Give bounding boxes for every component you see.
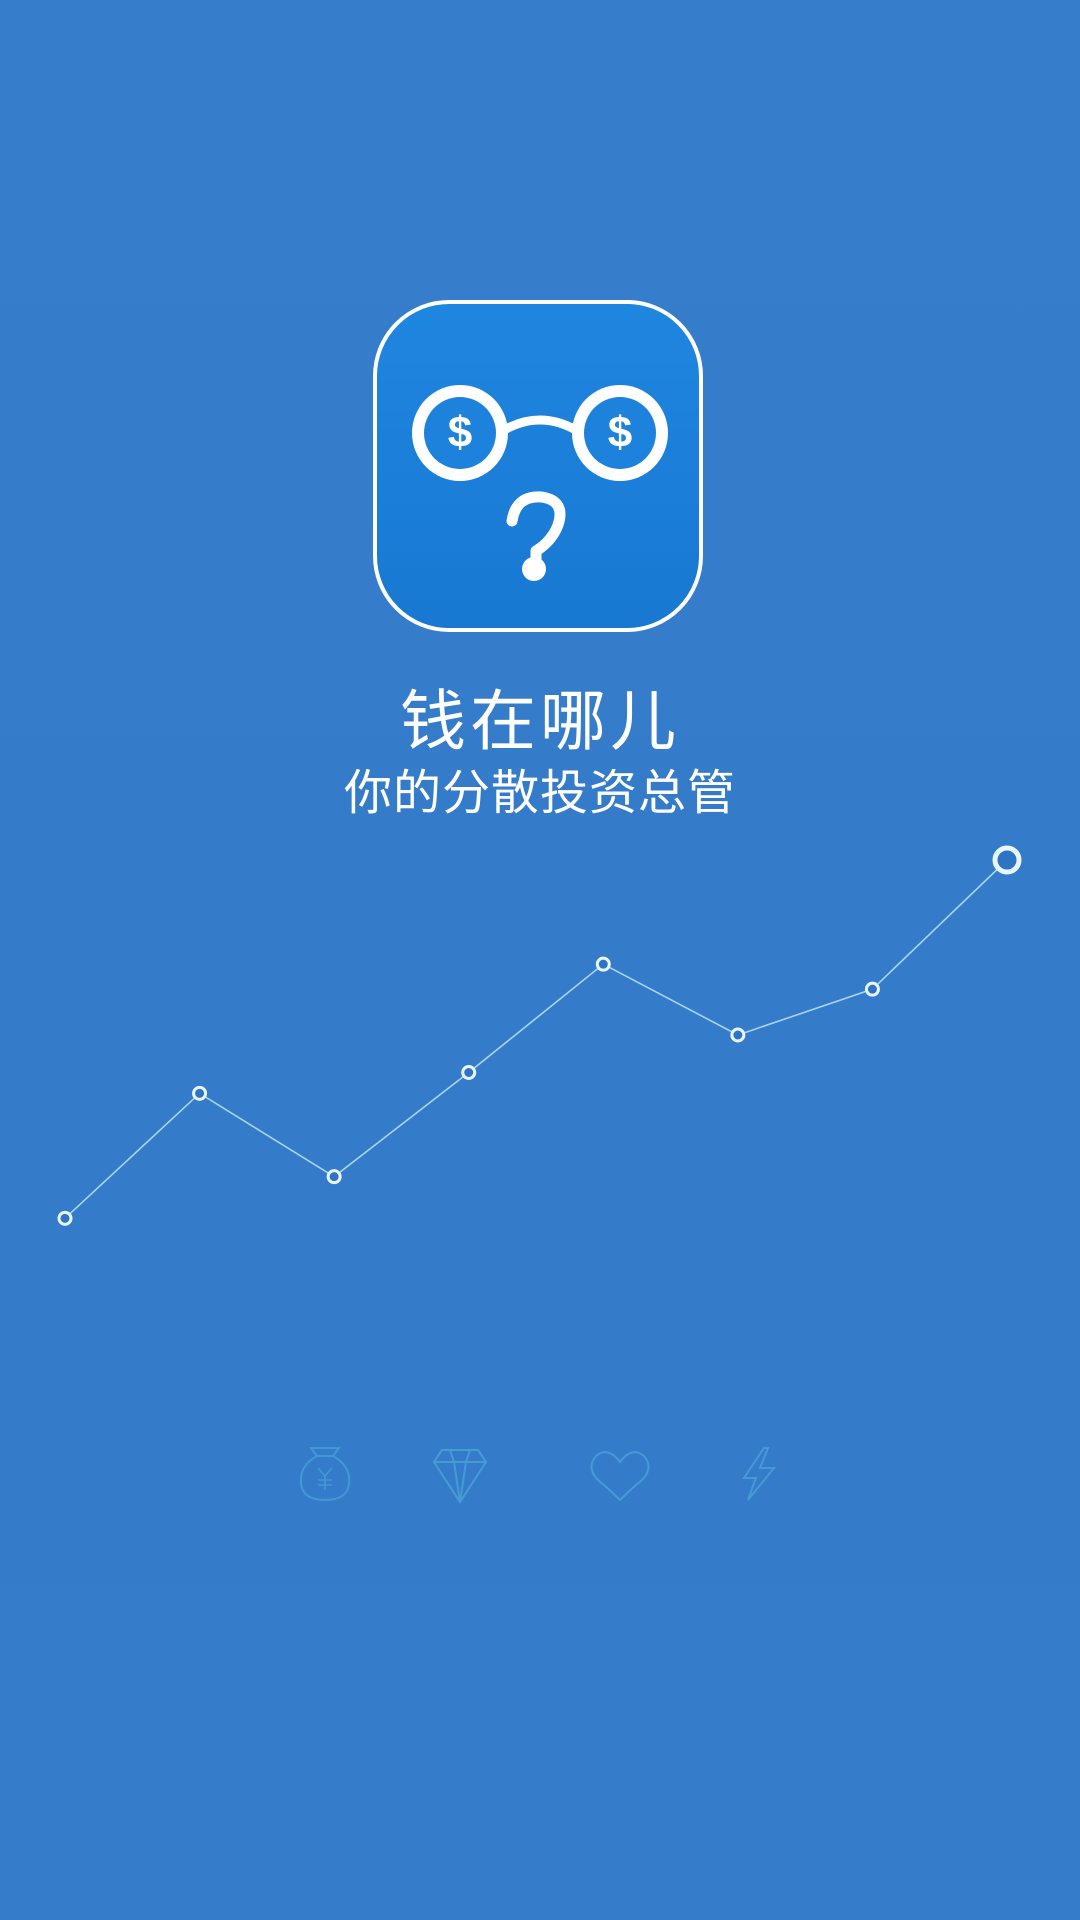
lightning-icon — [742, 1447, 777, 1501]
heart-icon — [590, 1451, 650, 1502]
data-point — [57, 1210, 73, 1226]
app-logo-icon: $ $ — [373, 300, 703, 632]
data-point — [192, 1085, 208, 1101]
data-point — [461, 1065, 477, 1080]
data-point — [864, 981, 880, 997]
decorative-line-chart — [0, 760, 1080, 1520]
chart-grid — [0, 760, 1080, 1520]
dollar-sign-left: $ — [448, 408, 472, 457]
series-line — [64, 859, 1008, 1219]
splash-screen: $ $ 钱在哪儿 你的分散投资总管 — [0, 0, 1080, 1920]
data-point — [326, 1169, 342, 1185]
data-point — [730, 1027, 746, 1043]
dollar-sign-right: $ — [608, 408, 632, 457]
money-bag-icon — [299, 1447, 351, 1502]
diamond-icon — [432, 1449, 488, 1504]
data-point — [595, 956, 611, 972]
data-point-highlight — [992, 845, 1022, 875]
app-title: 钱在哪儿 — [400, 683, 680, 760]
